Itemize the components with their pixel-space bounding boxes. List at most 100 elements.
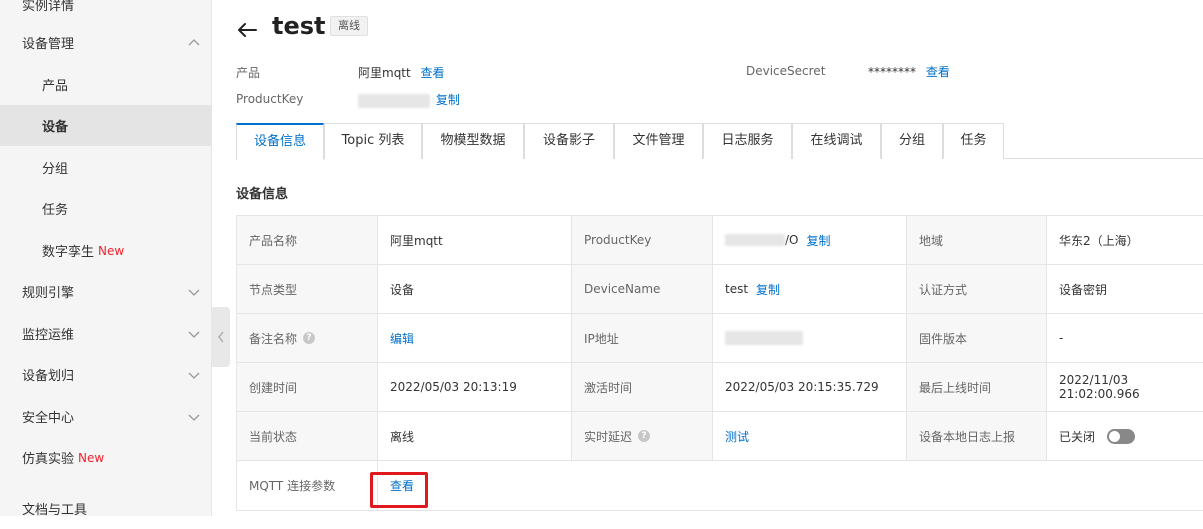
label-region: 地域 — [907, 216, 1047, 264]
sidebar-item-label: 设备管理 — [22, 37, 75, 52]
table-row: 备注名称 ? 编辑 IP地址 固件版本 - — [237, 314, 1203, 363]
sidebar-item-device-management[interactable]: 设备管理 — [0, 22, 212, 63]
test-latency-link[interactable]: 测试 — [725, 428, 749, 445]
sidebar-item-device-assignment[interactable]: 设备划归 — [0, 354, 212, 395]
value-device-name: test 复制 — [713, 265, 907, 313]
label-local-log-report: 设备本地日志上报 — [907, 412, 1047, 460]
remark-name-text: 备注名称 — [249, 331, 298, 346]
sidebar-item-product[interactable]: 产品 — [0, 64, 212, 105]
value-ip-address — [713, 314, 907, 362]
label-device-name: DeviceName — [572, 265, 713, 313]
label-product-name: 产品名称 — [237, 216, 378, 264]
productkey-label: ProductKey — [236, 92, 304, 106]
device-secret-mask: ******** — [868, 65, 916, 79]
copy-productkey-link[interactable]: 复制 — [436, 93, 460, 107]
page-title: test — [272, 12, 326, 40]
local-log-toggle[interactable] — [1107, 428, 1136, 444]
main-content: test 离线 产品 阿里mqtt 查看 DeviceSecret ******… — [212, 0, 1203, 516]
sidebar-item-label: 设备划归 — [22, 369, 75, 384]
value-current-status: 离线 — [378, 412, 572, 460]
value-node-type: 设备 — [378, 265, 572, 313]
redacted-ip-address — [725, 331, 803, 345]
device-secret-label: DeviceSecret — [746, 64, 826, 78]
table-row: 当前状态 离线 实时延迟 ? 测试 设备本地日志上报 已关闭 — [237, 412, 1203, 461]
new-badge: New — [98, 243, 125, 258]
value-productkey: /O 复制 — [713, 216, 907, 264]
tab-group[interactable]: 分组 — [881, 123, 943, 159]
help-icon[interactable]: ? — [638, 430, 651, 442]
table-row: 产品名称 阿里mqtt ProductKey /O 复制 地域 华东2（上海） — [237, 216, 1203, 265]
tab-file-management[interactable]: 文件管理 — [614, 123, 703, 159]
tab-online-debug[interactable]: 在线调试 — [792, 123, 881, 159]
sidebar-item-monitoring[interactable]: 监控运维 — [0, 313, 212, 354]
view-secret-link[interactable]: 查看 — [926, 65, 950, 79]
sidebar-item-label: 任务 — [42, 203, 69, 218]
chevron-down-icon — [188, 331, 200, 338]
sidebar-item-label: 安全中心 — [22, 411, 75, 426]
tab-bar: 设备信息 Topic 列表 物模型数据 设备影子 文件管理 日志服务 在线调试 … — [236, 123, 1203, 160]
value-local-log-report: 已关闭 — [1047, 412, 1203, 460]
label-current-status: 当前状态 — [237, 412, 378, 460]
sidebar-item-simulation[interactable]: 仿真实验 New — [0, 437, 212, 478]
label-node-type: 节点类型 — [237, 265, 378, 313]
product-value: 阿里mqtt 查看 — [358, 64, 445, 81]
realtime-latency-text: 实时延迟 — [584, 429, 633, 444]
copy-productkey-link[interactable]: 复制 — [807, 232, 831, 249]
label-created-time: 创建时间 — [237, 363, 378, 411]
copy-device-name-link[interactable]: 复制 — [756, 281, 780, 298]
sidebar-item-label: 监控运维 — [22, 328, 75, 343]
chevron-down-icon — [188, 414, 200, 421]
section-title: 设备信息 — [236, 187, 289, 202]
sidebar-item-security-center[interactable]: 安全中心 — [0, 396, 212, 437]
label-activated-time: 激活时间 — [572, 363, 713, 411]
value-activated-time: 2022/05/03 20:15:35.729 — [713, 363, 907, 411]
edit-remark-link[interactable]: 编辑 — [390, 330, 414, 347]
sidebar-item-digital-twin[interactable]: 数字孪生 New — [0, 230, 212, 271]
label-realtime-latency: 实时延迟 ? — [572, 412, 713, 460]
productkey-suffix: /O — [785, 233, 799, 247]
highlight-annotation — [370, 472, 428, 508]
view-product-link[interactable]: 查看 — [421, 66, 445, 80]
sidebar-item-task[interactable]: 任务 — [0, 188, 212, 229]
value-auth-method: 设备密钥 — [1047, 265, 1203, 313]
sidebar-item-docs-tools[interactable]: 文档与工具 — [0, 488, 212, 529]
status-badge: 离线 — [330, 16, 368, 36]
value-created-time: 2022/05/03 20:13:19 — [378, 363, 572, 411]
chevron-down-icon — [188, 289, 200, 296]
sidebar-item-device[interactable]: 设备 — [0, 105, 212, 146]
tab-task[interactable]: 任务 — [943, 123, 1004, 159]
value-region: 华东2（上海） — [1047, 216, 1203, 264]
help-icon[interactable]: ? — [303, 332, 316, 344]
chevron-up-icon — [188, 38, 200, 45]
tab-log-service[interactable]: 日志服务 — [703, 123, 792, 159]
sidebar-item-group[interactable]: 分组 — [0, 147, 212, 188]
table-row: 节点类型 设备 DeviceName test 复制 认证方式 设备密钥 — [237, 265, 1203, 314]
value-firmware-version: - — [1047, 314, 1203, 362]
tab-topic-list[interactable]: Topic 列表 — [324, 123, 422, 159]
redacted-productkey — [358, 93, 430, 108]
redacted-productkey — [725, 234, 785, 246]
sidebar-item-label: 实例详情 — [22, 0, 75, 14]
value-product-name: 阿里mqtt — [378, 216, 572, 264]
label-mqtt-params: MQTT 连接参数 — [237, 461, 378, 510]
device-info-table: 产品名称 阿里mqtt ProductKey /O 复制 地域 华东2（上海） … — [236, 215, 1203, 511]
label-ip-address: IP地址 — [572, 314, 713, 362]
productkey-value: 复制 — [358, 91, 460, 108]
label-last-online-time: 最后上线时间 — [907, 363, 1047, 411]
sidebar-item-label: 规则引擎 — [22, 286, 75, 301]
label-productkey: ProductKey — [572, 216, 713, 264]
tab-device-shadow[interactable]: 设备影子 — [524, 123, 614, 159]
value-realtime-latency: 测试 — [713, 412, 907, 460]
sidebar-item-label: 产品 — [42, 79, 69, 94]
label-firmware-version: 固件版本 — [907, 314, 1047, 362]
tab-thing-model-data[interactable]: 物模型数据 — [422, 123, 524, 159]
value-last-online-time: 2022/11/03 21:02:00.966 — [1047, 363, 1203, 411]
back-arrow-icon[interactable] — [236, 19, 258, 41]
sidebar: 实例详情 设备管理 产品 设备 分组 任务 数字孪生 New 规则引擎 监控运维… — [0, 0, 212, 518]
value-remark-name: 编辑 — [378, 314, 572, 362]
sidebar-item-rule-engine[interactable]: 规则引擎 — [0, 271, 212, 312]
chevron-down-icon — [188, 372, 200, 379]
sidebar-item-label: 仿真实验 — [22, 452, 75, 467]
new-badge: New — [78, 450, 105, 465]
tab-device-info[interactable]: 设备信息 — [236, 123, 324, 160]
